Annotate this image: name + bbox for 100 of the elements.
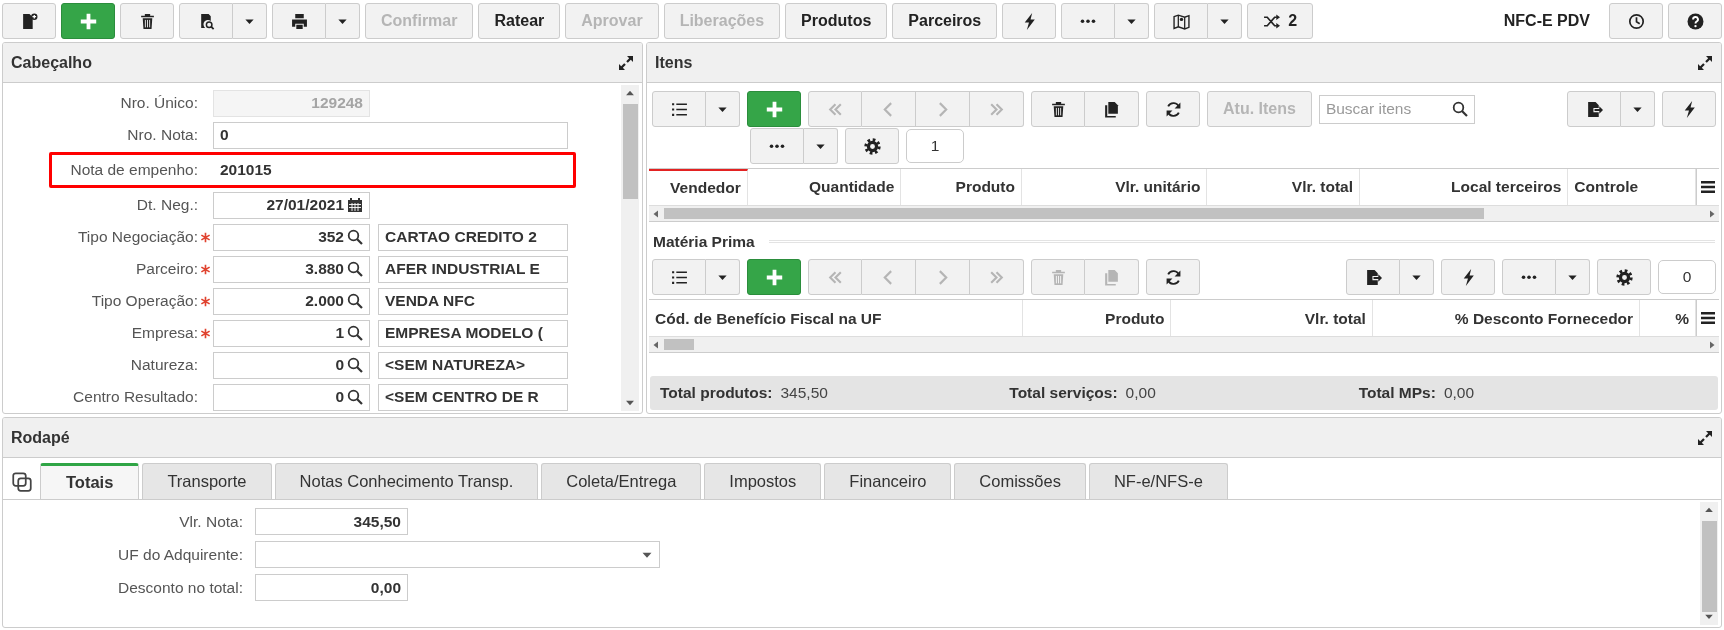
trash-icon xyxy=(138,12,156,30)
clock-button[interactable] xyxy=(1609,3,1663,39)
scrollbar-thumb[interactable] xyxy=(664,339,694,351)
more-button[interactable] xyxy=(1502,259,1556,296)
tab[interactable]: Notas Conhecimento Transp. xyxy=(274,463,539,499)
dropdown-button[interactable] xyxy=(1556,259,1590,296)
code-field[interactable]: 3.880 xyxy=(213,255,370,283)
dropdown-button[interactable] xyxy=(233,3,267,39)
description-field: <SEM NATUREZA> xyxy=(378,351,568,379)
add-button[interactable] xyxy=(747,259,801,296)
column-menu-button[interactable] xyxy=(1700,310,1716,327)
page-field[interactable]: 0 xyxy=(1658,260,1716,295)
print-button[interactable] xyxy=(272,3,326,39)
code-field[interactable]: 0 xyxy=(213,383,370,411)
add-button[interactable] xyxy=(747,91,801,127)
scrollbar[interactable] xyxy=(1700,502,1718,625)
scrollbar-thumb[interactable] xyxy=(1701,520,1717,613)
actions-button[interactable] xyxy=(1441,259,1495,296)
select-field[interactable] xyxy=(255,541,660,568)
toolbar-button[interactable]: Produtos xyxy=(785,3,888,39)
list-view-button[interactable] xyxy=(652,259,706,296)
trash-icon xyxy=(1049,268,1067,286)
dropdown-button[interactable] xyxy=(1400,259,1434,296)
trash-icon xyxy=(1049,100,1067,118)
ellipsis-icon xyxy=(1521,275,1537,280)
settings-button[interactable] xyxy=(1597,259,1651,296)
tab[interactable]: Comissões xyxy=(954,463,1086,499)
tab[interactable]: Financeiro xyxy=(824,463,952,499)
duplicate-button[interactable] xyxy=(1085,91,1139,127)
panel-title: Cabeçalho xyxy=(11,52,92,73)
actions-button[interactable] xyxy=(1002,3,1057,39)
dropdown-button[interactable] xyxy=(1621,91,1655,127)
code-field[interactable]: 2.000 xyxy=(213,287,370,315)
plus-icon xyxy=(764,99,784,119)
new-document-button[interactable] xyxy=(2,3,56,39)
map-icon xyxy=(1172,12,1190,30)
delete-button[interactable] xyxy=(1031,91,1085,127)
expand-icon[interactable] xyxy=(618,54,634,71)
plus-icon xyxy=(78,11,98,31)
total-value: 0,00 xyxy=(1443,383,1475,404)
page-field[interactable]: 1 xyxy=(906,129,964,163)
export-button[interactable] xyxy=(1346,259,1400,296)
refresh-button[interactable] xyxy=(1146,91,1200,127)
export-button[interactable] xyxy=(1567,91,1621,127)
code-field[interactable]: 352 xyxy=(213,223,370,251)
toolbar-button[interactable]: Ratear xyxy=(478,3,561,39)
field-label: Desconto no total: xyxy=(117,577,243,598)
expand-icon[interactable] xyxy=(1697,429,1713,446)
section-title: Matéria Prima xyxy=(653,232,755,252)
tab[interactable]: NF-e/NFS-e xyxy=(1088,463,1228,499)
shuffle-button[interactable]: 2 xyxy=(1247,3,1314,39)
description-field: <SEM CENTRO DE R xyxy=(378,383,568,411)
scrollbar[interactable] xyxy=(649,337,1719,354)
scrollbar-thumb[interactable] xyxy=(622,104,638,199)
code-field[interactable]: 1 xyxy=(213,319,370,347)
column-menu-button[interactable] xyxy=(1700,179,1716,195)
date-field[interactable]: 27/01/2021 xyxy=(213,191,370,219)
scrollbar[interactable] xyxy=(621,85,639,411)
add-button[interactable] xyxy=(61,3,115,39)
map-button[interactable] xyxy=(1154,3,1209,39)
scrollbar-thumb[interactable] xyxy=(664,208,1484,219)
search-document-button[interactable] xyxy=(179,3,233,39)
scroll-right-icon xyxy=(1708,208,1716,219)
settings-button[interactable] xyxy=(845,128,899,164)
dropdown-button[interactable] xyxy=(326,3,360,39)
column-header[interactable]: Vendedor xyxy=(649,169,748,205)
scrollbar[interactable] xyxy=(649,206,1719,222)
list-view-button[interactable] xyxy=(652,91,706,127)
dropdown-button[interactable] xyxy=(706,91,740,127)
field-label: Nro. Único: xyxy=(119,93,198,114)
search-field[interactable]: Buscar itens xyxy=(1318,94,1475,124)
ellipsis-icon xyxy=(769,143,785,149)
search-icon xyxy=(347,261,363,277)
expand-icon[interactable] xyxy=(1697,54,1713,71)
field-label: UF do Adquirente: xyxy=(117,544,243,565)
screen-title: NFC-E PDV xyxy=(1503,11,1590,31)
input-field[interactable]: 345,50 xyxy=(255,508,408,535)
tab[interactable]: Coleta/Entrega xyxy=(541,463,702,499)
actions-button[interactable] xyxy=(1662,91,1716,127)
toolbar-button[interactable]: Parceiros xyxy=(892,3,998,39)
dropdown-button[interactable] xyxy=(804,128,838,164)
code-field[interactable]: 0 xyxy=(213,351,370,379)
dropdown-button[interactable] xyxy=(1115,3,1150,39)
plus-icon xyxy=(764,267,784,287)
settings-icon xyxy=(863,137,881,155)
delete-button[interactable] xyxy=(120,3,174,39)
description-field: AFER INDUSTRIAL E xyxy=(378,255,568,283)
field-label: Tipo Operação: xyxy=(90,291,198,312)
field-label: Parceiro: xyxy=(134,259,198,280)
field-label: Dt. Neg.: xyxy=(135,195,198,216)
tab[interactable]: Totais xyxy=(40,463,140,499)
dropdown-button[interactable] xyxy=(1208,3,1243,39)
tab[interactable]: Impostos xyxy=(704,463,822,499)
total-value: 345,50 xyxy=(780,383,828,404)
input-field[interactable]: 0 xyxy=(213,121,568,149)
input-field[interactable]: 0,00 xyxy=(255,574,408,601)
tab[interactable]: Transporte xyxy=(142,463,272,499)
dropdown-button[interactable] xyxy=(706,259,740,296)
help-button[interactable] xyxy=(1668,3,1722,39)
refresh-button[interactable] xyxy=(1146,259,1200,296)
